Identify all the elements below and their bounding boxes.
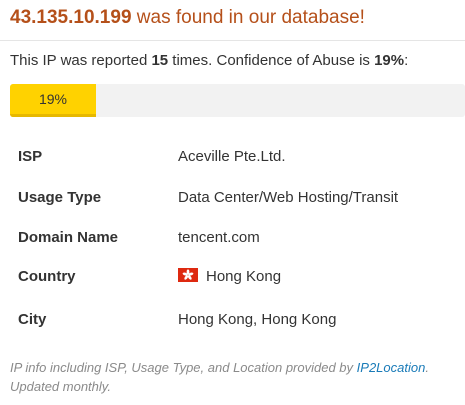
domain-name-value: tencent.com (178, 229, 260, 246)
isp-label: ISP (18, 148, 43, 165)
domain-name-label: Domain Name (18, 229, 119, 246)
info-row-country: Country Hong Kong (0, 257, 465, 297)
isp-value: Aceville Pte.Ltd. (178, 148, 286, 165)
confidence-value: 19% (374, 52, 405, 69)
divider (0, 40, 465, 41)
report-count: 15 (151, 52, 169, 69)
country-label: Country (18, 268, 76, 285)
usage-type-value: Data Center/Web Hosting/Transit (178, 189, 399, 206)
summary-suffix: : (404, 52, 409, 69)
hong-kong-flag-icon (178, 268, 198, 283)
country-value: Hong Kong (178, 257, 281, 297)
info-row-isp: ISP Aceville Pte.Ltd. (0, 137, 465, 177)
found-text: was found in our database! (131, 7, 365, 28)
abuse-confidence-fill: 19% (10, 84, 96, 117)
info-row-city: City Hong Kong, Hong Kong (0, 300, 465, 340)
country-name: Hong Kong (206, 268, 282, 285)
report-summary: This IP was reported 15 times. Confidenc… (10, 51, 408, 71)
usage-type-label: Usage Type (18, 189, 102, 206)
abuse-confidence-bar: 19% (10, 84, 465, 117)
ip-address: 43.135.10.199 (10, 7, 132, 28)
summary-middle: times. Confidence of Abuse is (168, 52, 375, 69)
attribution-text: IP info including ISP, Usage Type, and L… (10, 360, 357, 375)
city-label: City (18, 311, 47, 328)
summary-prefix: This IP was reported (10, 52, 152, 69)
page-title: 43.135.10.199 was found in our database! (10, 6, 365, 30)
city-value: Hong Kong, Hong Kong (178, 311, 337, 328)
info-row-usage-type: Usage Type Data Center/Web Hosting/Trans… (0, 178, 465, 218)
attribution-note: IP info including ISP, Usage Type, and L… (10, 358, 460, 396)
ip2location-link[interactable]: IP2Location (357, 360, 426, 375)
info-row-domain-name: Domain Name tencent.com (0, 218, 465, 258)
